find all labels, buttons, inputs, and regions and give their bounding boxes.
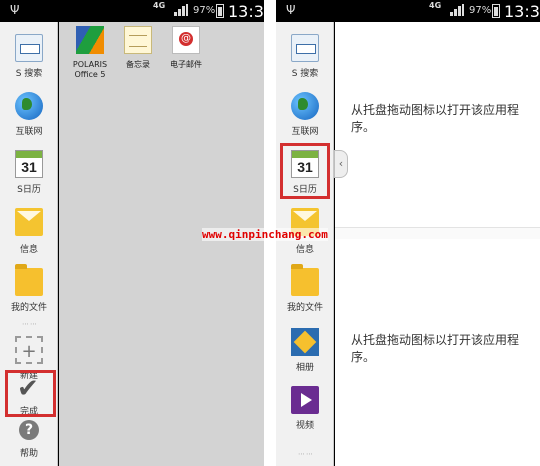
calendar-icon: 31 xyxy=(15,150,43,178)
tray-item-photos[interactable]: 相册 xyxy=(276,328,334,378)
tray-item-label: 我的文件 xyxy=(286,303,323,313)
tray-item-internet[interactable]: 互联网 xyxy=(276,92,334,142)
tray-help-button[interactable]: ? 帮助 xyxy=(0,420,58,460)
folder-icon xyxy=(15,264,43,296)
tray-item-messages[interactable]: 信息 xyxy=(0,208,58,258)
battery-percent: 97% xyxy=(193,5,216,16)
polaris-office-icon xyxy=(76,26,104,54)
tray-item-s-search[interactable]: S 搜索 xyxy=(0,34,58,84)
tray-item-label: S 搜索 xyxy=(291,69,319,79)
app-label: 备忘录 xyxy=(126,60,150,69)
usb-icon: Ψ xyxy=(286,3,296,17)
tray-item-label: 互联网 xyxy=(15,127,43,137)
done-highlight-box xyxy=(5,370,56,417)
tray-item-label: 相册 xyxy=(295,363,314,373)
email-icon xyxy=(172,26,200,54)
tray-item-label: 信息 xyxy=(295,245,314,255)
pane-divider[interactable] xyxy=(335,227,540,239)
chevron-left-icon: ‹ xyxy=(338,157,344,170)
tray-divider-dots: ⋯⋯ xyxy=(22,320,38,328)
tray-item-label: S 搜索 xyxy=(15,69,43,79)
battery-icon xyxy=(492,4,500,18)
app-label: POLARIS Office 5 xyxy=(72,60,108,79)
watermark: www.qinpinchang.com xyxy=(202,228,328,241)
tray-item-my-files[interactable]: 我的文件 xyxy=(276,264,334,318)
photos-icon xyxy=(291,328,319,356)
calendar-day: 31 xyxy=(21,159,37,175)
app-label: 电子邮件 xyxy=(170,60,202,69)
bottom-pane-hint: 从托盘拖动图标以打开该应用程序。 xyxy=(351,333,520,364)
s-search-icon xyxy=(291,34,319,62)
network-type: 4G xyxy=(429,1,442,10)
usb-icon: Ψ xyxy=(10,3,20,17)
folder-icon xyxy=(291,264,319,296)
new-icon xyxy=(15,336,43,364)
status-bar: Ψ 4G 97% 13:34 xyxy=(0,0,264,22)
battery-icon xyxy=(216,4,224,18)
signal-icon xyxy=(174,4,188,16)
message-icon xyxy=(15,208,43,236)
s-search-icon xyxy=(15,34,43,62)
split-screen-area: 从托盘拖动图标以打开该应用程序。 从托盘拖动图标以打开该应用程序。 xyxy=(335,22,540,466)
globe-icon xyxy=(291,92,319,120)
tray-item-label: 视频 xyxy=(295,421,314,431)
status-bar: Ψ 4G 97% 13:34 xyxy=(276,0,540,22)
video-icon xyxy=(291,386,319,414)
top-pane-hint: 从托盘拖动图标以打开该应用程序。 xyxy=(351,103,520,134)
tray-item-s-calendar[interactable]: 31 S日历 xyxy=(0,150,58,200)
tray-item-label: 互联网 xyxy=(291,127,319,137)
tray-item-internet[interactable]: 互联网 xyxy=(0,92,58,142)
calendar-highlight-box xyxy=(280,143,330,199)
tray-item-video[interactable]: 视频 xyxy=(276,386,334,436)
help-icon: ? xyxy=(19,420,39,440)
globe-icon xyxy=(15,92,43,120)
tray-item-label: 帮助 xyxy=(19,449,38,459)
battery-percent: 97% xyxy=(469,5,492,16)
tray-item-my-files[interactable]: 我的文件 xyxy=(0,264,58,318)
signal-icon xyxy=(450,4,464,16)
tray-collapse-handle[interactable]: ‹ xyxy=(334,150,348,178)
tray-handle-dots: ⋯⋯ xyxy=(298,450,314,458)
clock: 13:34 xyxy=(228,2,264,21)
multi-window-tray: S 搜索 互联网 31 S日历 信息 我的文件 相册 视频 ⋯⋯ xyxy=(276,22,334,466)
tray-item-label: S日历 xyxy=(17,185,41,195)
memo-icon xyxy=(124,26,152,54)
network-type: 4G xyxy=(153,1,166,10)
tray-item-s-search[interactable]: S 搜索 xyxy=(276,34,334,84)
app-edit-area: POLARIS Office 5 备忘录 电子邮件 xyxy=(59,22,264,466)
tray-item-label: 信息 xyxy=(19,245,38,255)
clock: 13:34 xyxy=(504,2,540,21)
tray-item-label: 我的文件 xyxy=(10,303,47,313)
